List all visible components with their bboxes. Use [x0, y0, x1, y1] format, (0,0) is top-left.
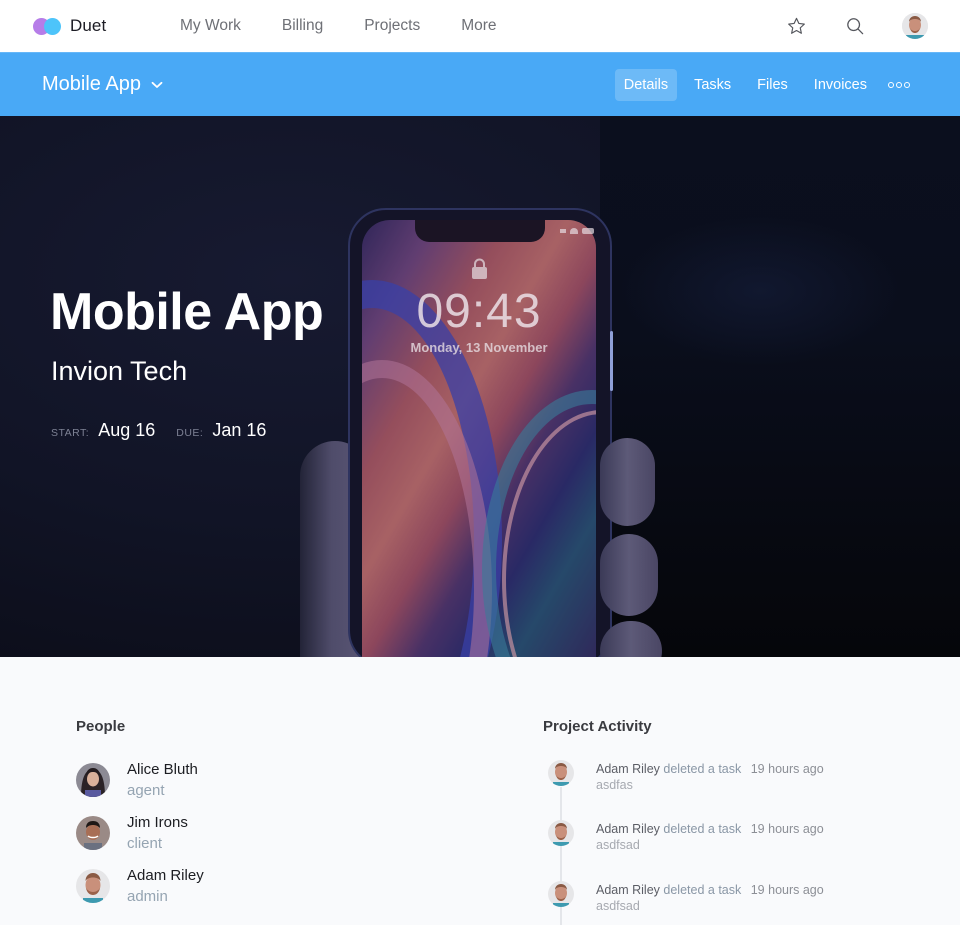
avatar — [548, 820, 574, 846]
nav-projects[interactable]: Projects — [364, 17, 420, 35]
favorite-button[interactable] — [785, 15, 807, 37]
project-dates: START: Aug 16 DUE: Jan 16 — [51, 420, 287, 441]
activity-user-link[interactable]: Adam Riley — [596, 883, 660, 897]
nav-more[interactable]: More — [461, 17, 496, 35]
project-hero: 09:43 Monday, 13 November Mobile App Inv… — [0, 116, 960, 657]
nav-actions — [785, 0, 928, 52]
top-navigation: Duet My Work Billing Projects More — [0, 0, 960, 52]
activity-action: deleted a task — [663, 822, 742, 836]
nav-my-work[interactable]: My Work — [180, 17, 241, 35]
people-heading: People — [76, 718, 126, 735]
tab-details[interactable]: Details — [614, 68, 678, 101]
person-item[interactable]: Adam Riley admin — [76, 866, 204, 907]
due-label: DUE: — [176, 427, 204, 439]
phone-clock: 09:43 — [416, 285, 542, 338]
activity-action: deleted a task — [663, 762, 742, 776]
tab-files[interactable]: Files — [748, 69, 797, 101]
activity-detail: asdfas — [596, 778, 633, 792]
tab-invoices[interactable]: Invoices — [805, 69, 876, 101]
lock-icon — [472, 258, 487, 279]
project-switcher[interactable]: Mobile App — [42, 53, 163, 116]
person-role: agent — [127, 782, 165, 799]
project-client: Invion Tech — [51, 356, 188, 386]
main-nav: My Work Billing Projects More — [180, 0, 538, 52]
activity-user-link[interactable]: Adam Riley — [596, 762, 660, 776]
activity-detail: asdfsad — [596, 899, 640, 913]
project-title: Mobile App — [50, 283, 324, 341]
more-dots-icon[interactable] — [888, 81, 910, 88]
project-subnav: Mobile App Details Tasks Files Invoices — [0, 52, 960, 116]
due-date: Jan 16 — [212, 420, 267, 440]
activity-user-link[interactable]: Adam Riley — [596, 822, 660, 836]
person-name: Alice Bluth — [127, 761, 198, 778]
search-icon — [847, 18, 864, 35]
hand-finger — [600, 438, 655, 526]
person-role: client — [127, 835, 163, 852]
activity-time: 19 hours ago — [750, 822, 824, 836]
avatar — [548, 760, 574, 786]
avatar — [76, 763, 110, 797]
duet-logo-icon — [33, 17, 63, 35]
user-avatar[interactable] — [902, 13, 928, 39]
phone-notch — [415, 220, 545, 242]
project-details: People Alice Bluth agent Jim Irons clien… — [0, 657, 960, 925]
activity-heading: Project Activity — [543, 718, 652, 735]
phone-status-icons — [560, 228, 594, 234]
activity-item: Adam Riley deleted a task 19 hours ago a… — [548, 820, 824, 854]
avatar — [76, 816, 110, 850]
person-item[interactable]: Jim Irons client — [76, 813, 188, 854]
activity-item: Adam Riley deleted a task 19 hours ago a… — [548, 760, 824, 794]
person-item[interactable]: Alice Bluth agent — [76, 760, 198, 801]
activity-time: 19 hours ago — [750, 762, 824, 776]
brand-name: Duet — [70, 16, 107, 35]
person-role: admin — [127, 888, 168, 905]
tab-tasks[interactable]: Tasks — [685, 69, 740, 101]
project-switcher-label: Mobile App — [42, 73, 141, 95]
brand[interactable]: Duet — [33, 0, 106, 52]
chevron-down-icon — [151, 81, 163, 88]
activity-item: Adam Riley deleted a task 19 hours ago a… — [548, 881, 824, 915]
avatar — [548, 881, 574, 907]
activity-time: 19 hours ago — [750, 883, 824, 897]
activity-detail: asdfsad — [596, 838, 640, 852]
search-button[interactable] — [844, 15, 866, 37]
hand-finger — [600, 534, 658, 616]
start-date: Aug 16 — [98, 420, 156, 440]
project-tabs: Details Tasks Files Invoices — [607, 53, 910, 116]
person-name: Jim Irons — [127, 814, 188, 831]
person-name: Adam Riley — [127, 867, 204, 884]
phone-date: Monday, 13 November — [410, 340, 548, 355]
nav-billing[interactable]: Billing — [282, 17, 323, 35]
avatar — [76, 869, 110, 903]
start-label: START: — [51, 427, 90, 439]
star-icon — [787, 17, 805, 34]
activity-action: deleted a task — [663, 883, 742, 897]
